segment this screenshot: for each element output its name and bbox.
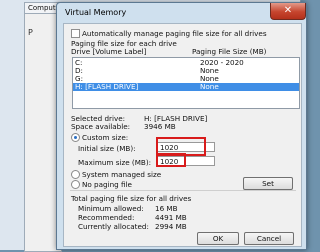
drive-row[interactable]: D: None: [73, 67, 299, 75]
currently-allocated-label: Currently allocated:: [78, 222, 149, 231]
size-column-header: Paging File Size (MB): [192, 47, 267, 56]
cancel-button[interactable]: Cancel: [244, 232, 294, 245]
custom-size-label: Custom size:: [82, 133, 129, 142]
drive-letter: H: [FLASH DRIVE]: [75, 82, 139, 91]
drive-row[interactable]: C: 2020 - 2020: [73, 59, 299, 67]
drive-list[interactable]: C: 2020 - 2020 D: None G: None H: [FLASH…: [72, 57, 300, 109]
close-icon: ✕: [283, 5, 293, 16]
drive-size: None: [200, 82, 219, 91]
maximum-size-label: Maximum size (MB):: [78, 158, 152, 167]
minimum-allowed-label: Minimum allowed:: [78, 204, 144, 213]
recommended-label: Recommended:: [78, 213, 135, 222]
recommended-value: 4491 MB: [155, 213, 187, 222]
no-paging-radio[interactable]: [71, 180, 80, 189]
dialog-title: Virtual Memory: [65, 8, 127, 17]
system-managed-label: System managed size: [82, 170, 162, 179]
space-available-label: Space available:: [71, 122, 131, 131]
dialog-client-area: Automatically manage paging file size fo…: [63, 23, 302, 247]
system-managed-radio[interactable]: [71, 170, 80, 179]
drive-row-selected[interactable]: H: [FLASH DRIVE] None: [73, 83, 299, 91]
background-panel-letter: P: [28, 28, 33, 37]
maximum-size-highlight: [156, 153, 186, 167]
initial-size-label: Initial size (MB):: [78, 144, 136, 153]
virtual-memory-dialog: Virtual Memory ✕ Automatically manage pa…: [56, 2, 307, 250]
close-button[interactable]: ✕: [270, 3, 306, 20]
no-paging-label: No paging file: [82, 180, 132, 189]
auto-manage-label: Automatically manage paging file size fo…: [82, 29, 267, 38]
minimum-allowed-value: 16 MB: [155, 204, 178, 213]
set-button[interactable]: Set: [243, 177, 293, 190]
auto-manage-checkbox[interactable]: [71, 29, 80, 38]
ok-button[interactable]: OK: [197, 232, 239, 245]
totals-heading: Total paging file size for all drives: [71, 194, 192, 203]
drive-column-header: Drive [Volume Label]: [71, 47, 147, 56]
section-divider: [70, 190, 296, 191]
custom-size-radio[interactable]: [71, 133, 80, 142]
space-available-value: 3946 MB: [144, 122, 176, 131]
currently-allocated-value: 2994 MB: [155, 222, 187, 231]
title-bar[interactable]: Virtual Memory ✕: [57, 3, 306, 23]
